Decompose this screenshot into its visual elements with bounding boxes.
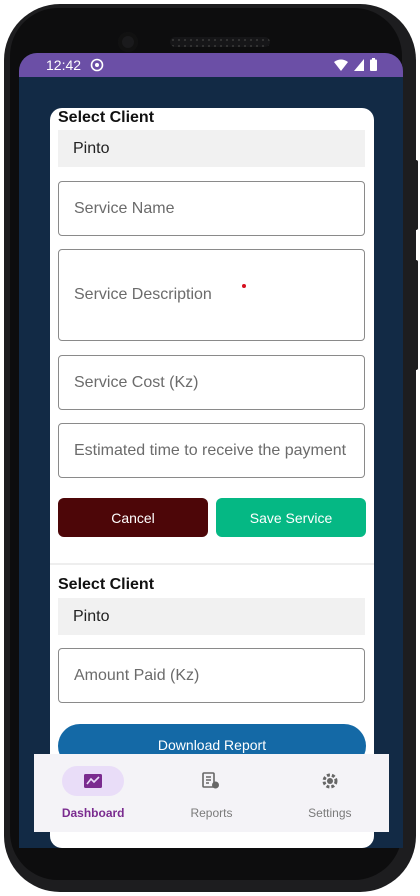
front-camera — [118, 32, 138, 52]
nav-reports-label: Reports — [190, 806, 233, 820]
nav-reports[interactable]: Reports — [152, 754, 270, 832]
cursor-dot — [242, 284, 246, 288]
cancel-button[interactable]: Cancel — [58, 498, 208, 537]
power-button — [414, 160, 418, 230]
signal-icon — [354, 58, 364, 71]
form-card: Select Client Pinto Service Name Service… — [50, 108, 374, 848]
nav-dashboard-label: Dashboard — [61, 806, 125, 820]
settings-icon — [322, 773, 338, 789]
service-name-input[interactable]: Service Name — [58, 181, 365, 236]
bottom-navigation: Dashboard Reports Settings — [34, 754, 389, 832]
earpiece-speaker — [170, 37, 270, 47]
service-section-title: Select Client — [58, 109, 155, 126]
volume-button — [414, 260, 418, 370]
nav-settings[interactable]: Settings — [271, 754, 389, 832]
nav-dashboard[interactable]: Dashboard — [34, 754, 152, 832]
estimated-time-input[interactable]: Estimated time to receive the payment — [58, 423, 365, 478]
wifi-icon — [334, 59, 348, 71]
client-select[interactable]: Pinto — [58, 130, 365, 167]
status-bar: 12:42 — [19, 53, 403, 77]
notification-icon — [90, 58, 104, 72]
dashboard-icon — [84, 774, 103, 788]
save-service-button[interactable]: Save Service — [216, 498, 366, 537]
reports-icon — [202, 772, 220, 789]
service-description-input[interactable]: Service Description — [58, 249, 365, 341]
battery-icon — [370, 58, 377, 71]
payment-section-title: Select Client — [58, 576, 155, 593]
service-cost-input[interactable]: Service Cost (Kz) — [58, 355, 365, 410]
app-screen: 12:42 Select Client Pinto Service Name S… — [19, 53, 403, 848]
amount-paid-input[interactable]: Amount Paid (Kz) — [58, 648, 365, 703]
nav-settings-label: Settings — [308, 806, 352, 820]
payment-client-select[interactable]: Pinto — [58, 598, 365, 635]
status-time: 12:42 — [46, 57, 82, 73]
status-icons — [334, 58, 377, 71]
section-divider — [50, 563, 374, 565]
